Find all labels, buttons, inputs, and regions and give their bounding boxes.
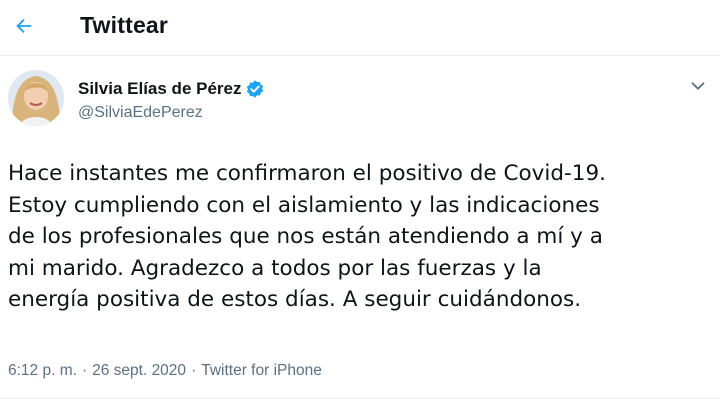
author-name[interactable]: Silvia Elías de Pérez <box>78 79 241 99</box>
tweet-line: mi marido. Agradezco a todos por las fue… <box>8 255 542 281</box>
avatar-image <box>8 70 64 126</box>
author-name-line: Silvia Elías de Pérez <box>78 79 265 99</box>
divider <box>0 398 720 399</box>
tweet-line: de los profesionales que nos están atend… <box>8 224 603 249</box>
tweet-text: Hace instantes me confirmaron el positiv… <box>8 158 714 316</box>
tweet-line: energía positiva de estos días. A seguir… <box>8 287 582 312</box>
meta-separator: · <box>191 362 197 379</box>
tweet-line: Estoy cumpliendo con el aislamiento y la… <box>8 192 600 218</box>
page-title: Twittear <box>80 12 169 38</box>
more-icon <box>691 82 705 90</box>
tweet-source[interactable]: Twitter for iPhone <box>201 362 322 380</box>
back-button[interactable] <box>8 10 40 42</box>
arrow-left-icon <box>16 18 32 34</box>
more-button[interactable] <box>684 74 712 98</box>
tweet-line: Hace instantes me confirmaron el positiv… <box>8 161 606 186</box>
tweet-date[interactable]: 26 sept. 2020 <box>92 362 186 380</box>
verified-badge-icon <box>245 79 265 99</box>
avatar[interactable] <box>8 70 64 126</box>
author-handle[interactable]: @SilviaEdePerez <box>78 104 203 122</box>
top-bar: Twittear <box>0 0 720 56</box>
tweet-page: Twittear Silvia Elías de Pérez @SilviaEd… <box>0 0 720 405</box>
meta-separator: · <box>81 362 88 379</box>
tweet-time[interactable]: 6:12 p. m. <box>8 362 77 380</box>
tweet-metadata: 6:12 p. m. · 26 sept. 2020 · Twitter for… <box>8 362 322 380</box>
tweet-author: Silvia Elías de Pérez @SilviaEdePerez <box>0 56 720 136</box>
